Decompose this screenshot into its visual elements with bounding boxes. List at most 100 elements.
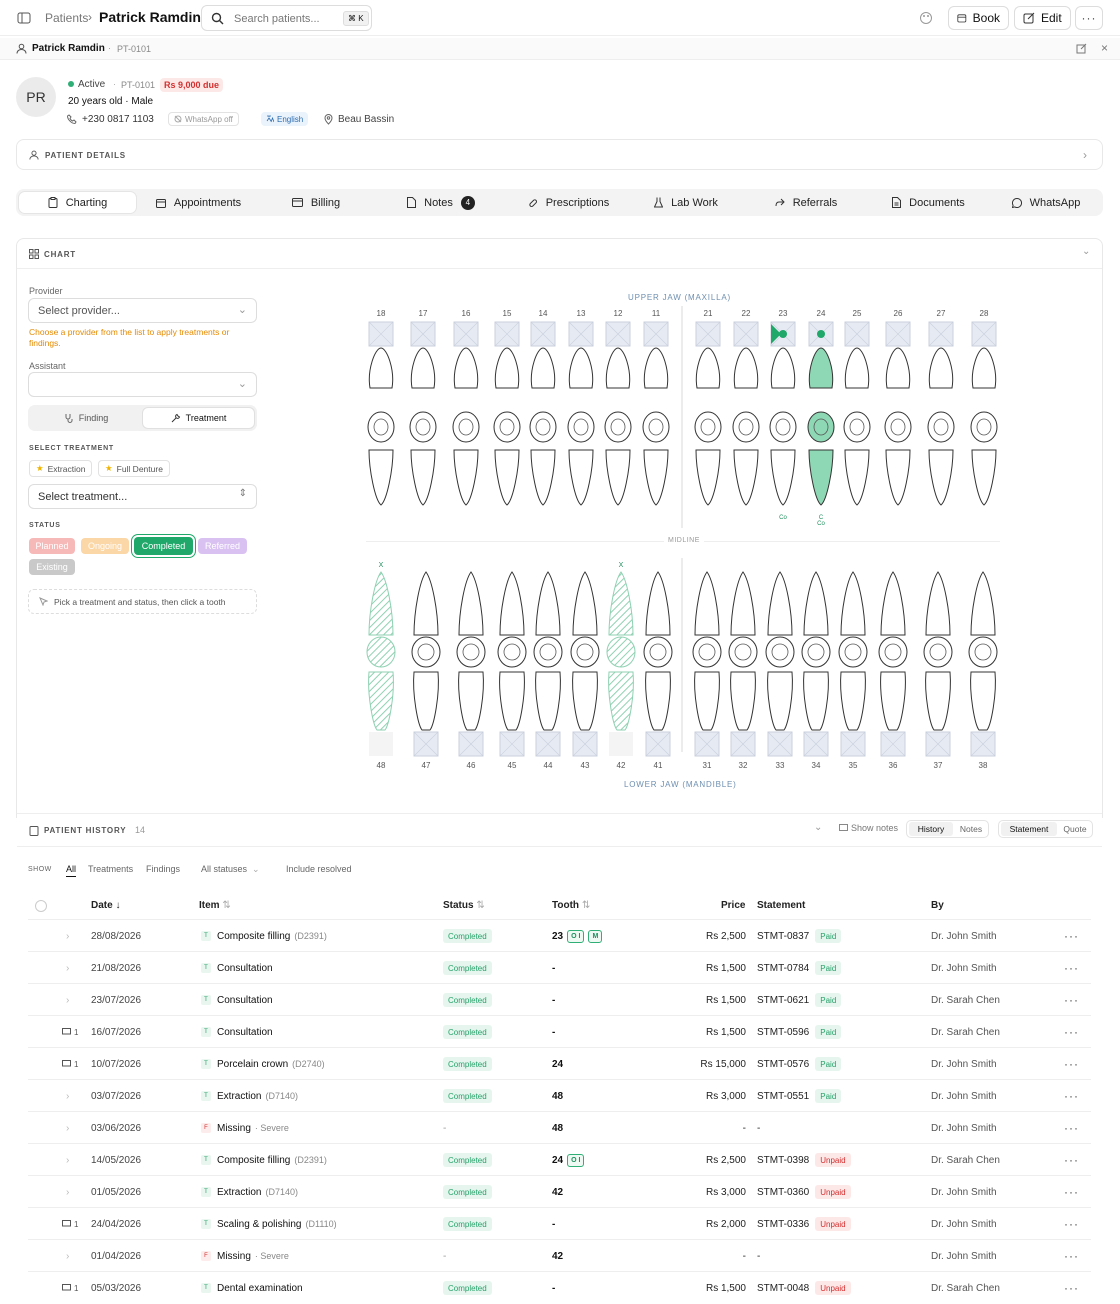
row-more-icon[interactable]: ···: [1064, 1144, 1079, 1176]
table-row[interactable]: › 28/08/2026 T Composite filling (D2391) Comp…: [28, 919, 1091, 951]
tooth-46[interactable]: 46: [456, 571, 486, 770]
assistant-select[interactable]: ⌄: [28, 372, 257, 397]
tooth-36[interactable]: 36: [878, 571, 908, 770]
treatment-select[interactable]: Select treatment... ⇕: [28, 484, 257, 509]
row-more-icon[interactable]: ···: [1064, 1176, 1079, 1208]
provider-select[interactable]: Select provider... ⌄: [28, 298, 257, 323]
search-input[interactable]: Search patients... ⌘ K: [201, 5, 372, 31]
tooth-surface-box[interactable]: [609, 732, 633, 756]
tooth-16[interactable]: 16: [452, 309, 480, 506]
row-more-icon[interactable]: ···: [1064, 984, 1079, 1016]
expand-chevron-icon[interactable]: ›: [66, 1080, 69, 1112]
tooth-37[interactable]: 37: [923, 571, 953, 770]
chip-extraction[interactable]: ★ Extraction: [29, 460, 93, 477]
book-button[interactable]: Book: [948, 6, 1009, 30]
close-icon[interactable]: ×: [1101, 41, 1108, 55]
status-existing[interactable]: Existing: [29, 559, 75, 575]
table-row[interactable]: 1 16/07/2026 T Consultation Completed - Rs 1,5…: [28, 1015, 1091, 1047]
tooth-41[interactable]: 41: [643, 571, 673, 770]
tab-prescriptions[interactable]: Prescriptions: [511, 192, 626, 213]
row-statement[interactable]: STMT-0837 Paid: [757, 920, 842, 952]
tab-documents[interactable]: Documents: [871, 192, 986, 213]
patient-details-panel[interactable]: PATIENT DETAILS ›: [16, 139, 1103, 170]
tooth-12[interactable]: 12: [604, 309, 632, 506]
table-row[interactable]: › 01/04/2026 F Missing · Severe -42- - Dr. John…: [28, 1239, 1091, 1271]
expand-chevron-icon[interactable]: ›: [66, 1176, 69, 1208]
table-row[interactable]: › 14/05/2026 T Composite filling (D2391) Comp…: [28, 1143, 1091, 1175]
column-item[interactable]: Item ⇅: [199, 893, 231, 919]
more-button[interactable]: ···: [1075, 6, 1103, 30]
tooth-22[interactable]: 22: [732, 309, 760, 506]
row-more-icon[interactable]: ···: [1064, 952, 1079, 984]
expand-chevron-icon[interactable]: ›: [66, 952, 69, 984]
toggle-statement[interactable]: Statement: [1001, 822, 1057, 836]
tooth-14[interactable]: 14: [529, 309, 557, 506]
tooth-32[interactable]: 32: [728, 571, 758, 770]
status-referred[interactable]: Referred: [198, 538, 247, 554]
row-more-icon[interactable]: ···: [1064, 1048, 1079, 1080]
row-notes-count[interactable]: 1: [62, 1208, 78, 1240]
tooth-23[interactable]: 23 Co: [769, 309, 797, 521]
row-notes-count[interactable]: 1: [62, 1048, 78, 1080]
tooth-26[interactable]: 26: [884, 309, 912, 506]
toggle-quote[interactable]: Quote: [1059, 822, 1091, 836]
table-row[interactable]: 1 24/04/2026 T Scaling & polishing (D1110) Co…: [28, 1207, 1091, 1239]
row-statement[interactable]: STMT-0048 Unpaid: [757, 1272, 851, 1304]
table-row[interactable]: › 03/07/2026 T Extraction (D7140) Completed 48…: [28, 1079, 1091, 1111]
tooth-13[interactable]: 13: [567, 309, 595, 506]
open-external-icon[interactable]: [1076, 43, 1087, 54]
table-row[interactable]: 1 05/03/2026 T Dental examination Completed -…: [28, 1271, 1091, 1303]
tooth-47[interactable]: 47: [411, 571, 441, 770]
tooth-42[interactable]: X 42: [606, 562, 636, 770]
row-statement[interactable]: STMT-0621 Paid: [757, 984, 842, 1016]
column-tooth[interactable]: Tooth ⇅: [552, 893, 590, 919]
expand-chevron-icon[interactable]: ›: [66, 920, 69, 952]
toggle-notes[interactable]: Notes: [955, 822, 987, 836]
tooth-18[interactable]: 18: [367, 309, 395, 506]
row-more-icon[interactable]: ···: [1064, 1240, 1079, 1272]
row-statement[interactable]: -: [757, 1112, 760, 1144]
tab-charting[interactable]: Charting: [19, 192, 136, 213]
edit-button[interactable]: Edit: [1014, 6, 1071, 30]
tab-notes[interactable]: Notes 4: [391, 192, 491, 213]
row-statement[interactable]: STMT-0398 Unpaid: [757, 1144, 851, 1176]
expand-chevron-icon[interactable]: ›: [66, 1144, 69, 1176]
tooth-45[interactable]: 45: [497, 571, 527, 770]
toggle-history[interactable]: History: [909, 822, 953, 836]
row-statement[interactable]: STMT-0336 Unpaid: [757, 1208, 851, 1240]
column-status[interactable]: Status ⇅: [443, 893, 485, 919]
status-planned[interactable]: Planned: [29, 538, 75, 554]
tooth-21[interactable]: 21: [694, 309, 722, 506]
table-row[interactable]: › 03/06/2026 F Missing · Severe -48- - Dr. John…: [28, 1111, 1091, 1143]
column-date[interactable]: Date ↓: [91, 893, 120, 919]
row-statement[interactable]: STMT-0360 Unpaid: [757, 1176, 851, 1208]
tooth-17[interactable]: 17: [409, 309, 437, 506]
row-more-icon[interactable]: ···: [1064, 1080, 1079, 1112]
chip-full-denture[interactable]: ★ Full Denture: [98, 460, 170, 477]
tooth-27[interactable]: 27: [927, 309, 955, 506]
phone-number[interactable]: +230 0817 1103: [82, 114, 154, 125]
expand-chevron-icon[interactable]: ›: [66, 1112, 69, 1144]
tab-referrals[interactable]: Referrals: [756, 192, 856, 213]
row-statement[interactable]: STMT-0784 Paid: [757, 952, 842, 984]
tooth-11[interactable]: 11: [642, 309, 670, 506]
row-more-icon[interactable]: ···: [1064, 1272, 1079, 1304]
row-more-icon[interactable]: ···: [1064, 1016, 1079, 1048]
row-more-icon[interactable]: ···: [1064, 920, 1079, 952]
status-filter-select[interactable]: All statuses ⌄: [201, 864, 260, 875]
row-more-icon[interactable]: ···: [1064, 1112, 1079, 1144]
tab-appointments[interactable]: Appointments: [141, 192, 256, 213]
row-statement[interactable]: -: [757, 1240, 760, 1272]
status-completed[interactable]: Completed: [134, 537, 193, 555]
tooth-35[interactable]: 35: [838, 571, 868, 770]
expand-chevron-icon[interactable]: ›: [66, 984, 69, 1016]
tooth-25[interactable]: 25: [843, 309, 871, 506]
row-statement[interactable]: STMT-0596 Paid: [757, 1016, 842, 1048]
tooth-15[interactable]: 15: [493, 309, 521, 506]
mode-finding-button[interactable]: Finding: [31, 408, 141, 428]
row-notes-count[interactable]: 1: [62, 1272, 78, 1304]
sidebar-toggle-icon[interactable]: [17, 11, 31, 25]
row-statement[interactable]: STMT-0551 Paid: [757, 1080, 842, 1112]
mode-treatment-button[interactable]: Treatment: [143, 408, 254, 428]
tab-whatsapp[interactable]: WhatsApp: [996, 192, 1096, 213]
